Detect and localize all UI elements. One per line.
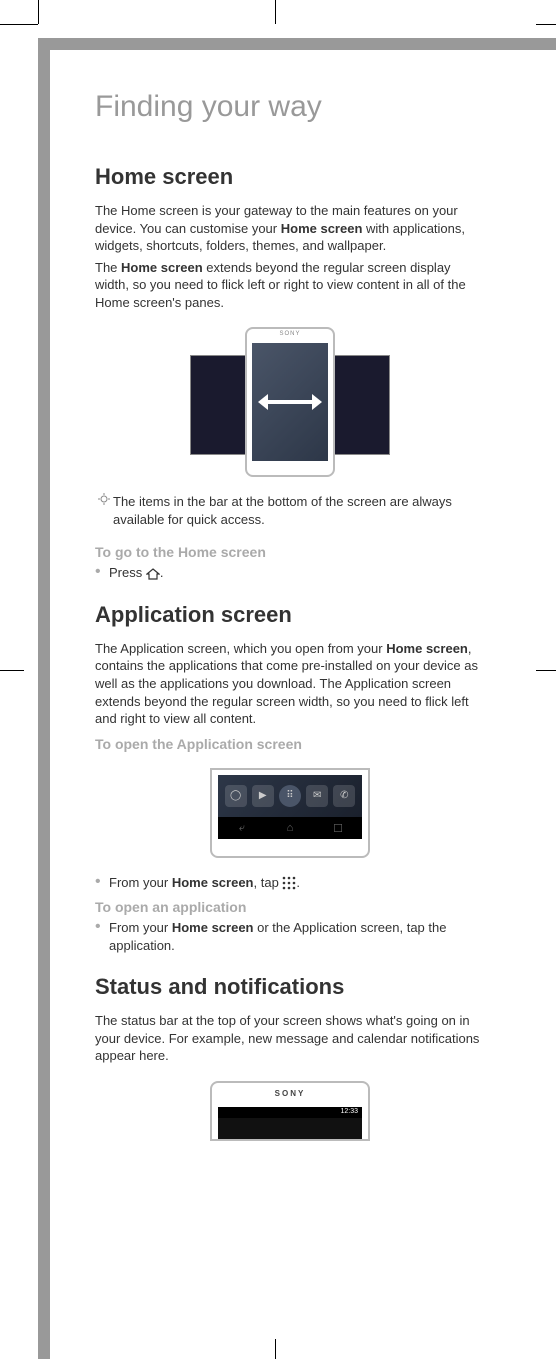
image-status-bar: SONY 12:33 bbox=[95, 1081, 485, 1141]
apps-grid-icon bbox=[282, 876, 296, 890]
tip-row: The items in the bar at the bottom of th… bbox=[95, 493, 485, 528]
page-title: Finding your way bbox=[95, 90, 485, 124]
para-status-1: The status bar at the top of your screen… bbox=[95, 1012, 485, 1065]
para-app-1: The Application screen, which you open f… bbox=[95, 640, 485, 728]
para-home-2: The Home screen extends beyond the regul… bbox=[95, 259, 485, 312]
dock-messaging-icon: ✉ bbox=[306, 785, 328, 807]
bullet-tap-apps: • From your Home screen, tap . bbox=[95, 874, 485, 892]
dock-apps-icon: ⠿ bbox=[279, 785, 301, 807]
heading-home-screen: Home screen bbox=[95, 164, 485, 190]
sys-home-icon: ⌂ bbox=[283, 822, 297, 834]
bullet-press-home: • Press . bbox=[95, 564, 485, 582]
section-status-notifications: Status and notifications The status bar … bbox=[95, 974, 485, 1141]
subheading-open-app: To open an application bbox=[95, 899, 485, 915]
sys-back-icon: ⤶ bbox=[235, 822, 249, 834]
subheading-goto-home: To go to the Home screen bbox=[95, 544, 485, 560]
status-time: 12:33 bbox=[340, 1108, 358, 1115]
home-icon bbox=[146, 568, 160, 580]
image-home-swipe: SONY bbox=[95, 327, 485, 477]
bullet-open-app: • From your Home screen or the Applicati… bbox=[95, 919, 485, 954]
dock-phone-icon: ✆ bbox=[333, 785, 355, 807]
subheading-open-app-screen: To open the Application screen bbox=[95, 736, 485, 752]
section-home-screen: Home screen The Home screen is your gate… bbox=[95, 164, 485, 582]
dock-chrome-icon: ◯ bbox=[225, 785, 247, 807]
dock-media-icon: ▶ bbox=[252, 785, 274, 807]
para-home-1: The Home screen is your gateway to the m… bbox=[95, 202, 485, 255]
section-application-screen: Application screen The Application scree… bbox=[95, 602, 485, 954]
image-navbar: ◯ ▶ ⠿ ✉ ✆ ⤶ ⌂ ☐ bbox=[95, 768, 485, 858]
page-content: Finding your way Home screen The Home sc… bbox=[95, 90, 485, 1161]
phone-brand-label: SONY bbox=[247, 329, 333, 339]
sys-recent-icon: ☐ bbox=[331, 822, 345, 834]
swipe-arrows-icon bbox=[260, 392, 320, 412]
heading-status: Status and notifications bbox=[95, 974, 485, 1000]
heading-application-screen: Application screen bbox=[95, 602, 485, 628]
tip-text: The items in the bar at the bottom of th… bbox=[113, 493, 485, 528]
tip-lightbulb-icon bbox=[95, 493, 113, 510]
phone-brand-label: SONY bbox=[212, 1083, 368, 1104]
